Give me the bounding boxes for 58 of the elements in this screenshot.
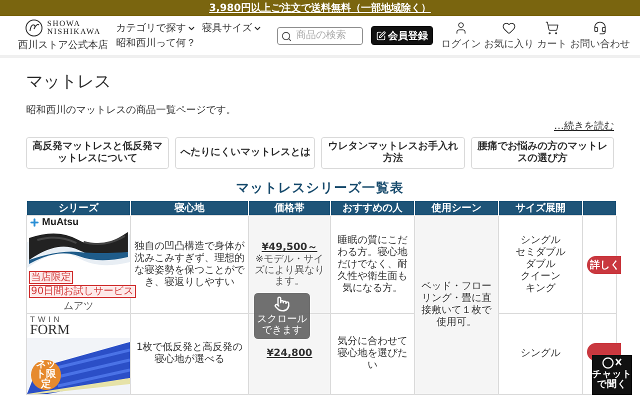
header-icon-link[interactable]: お気に入り [484, 20, 534, 50]
user-icon [454, 20, 468, 34]
column-header: サイズ展開 [498, 201, 582, 216]
register-button[interactable]: 会員登録 [371, 26, 433, 45]
table-cell-text: ベッド・フローリング・畳に直接敷いて１枚で使用可。 [420, 281, 492, 329]
table-cell: 独自の凹凸構造で身体が沈みこみすぎず、理想的な寝姿勢を保つことができ、寝返りしやすい [134, 240, 245, 288]
search-field[interactable]: 商品の検索 [277, 26, 363, 44]
series-logo: FORM [30, 324, 71, 338]
guide-link-button[interactable]: へたりにくいマットレスとは [175, 137, 316, 169]
search-icon [281, 30, 292, 42]
table-cell-text: 気分に合わせて寝心地を選びたい [336, 336, 408, 372]
read-more-link[interactable]: …続きを読む [554, 119, 614, 133]
header-icon-link[interactable]: カート [537, 20, 567, 50]
column-header: シリーズ [26, 201, 130, 216]
page-title: マットレス [26, 71, 112, 93]
size-label: キング [524, 282, 556, 294]
heart-icon [502, 20, 516, 34]
column-header: おすすめの人 [330, 201, 414, 216]
details-button[interactable]: 詳しく [587, 256, 621, 274]
guide-link-button[interactable]: 高反発マットレスと低反発マットレスについて [26, 137, 170, 169]
store-name: 西川ストア公式本店 [18, 38, 108, 52]
chat-icon [601, 357, 623, 370]
size-label: ダブル [524, 258, 556, 270]
series-logo-tagline: TWIN [30, 315, 64, 324]
brand-name: SHOWA NISHIKAWA [47, 20, 101, 36]
edit-icon [376, 30, 386, 40]
nav-link[interactable]: 寝具サイズ [202, 21, 262, 35]
size-label: クイーン [520, 270, 562, 282]
monogram-logo-icon [25, 19, 44, 37]
size-label: セミダブル [514, 246, 566, 258]
column-header: 価格帯 [248, 201, 330, 216]
cart-icon [545, 20, 559, 34]
size-label: シングル [520, 348, 562, 360]
header-icon-link[interactable]: お問い合わせ [570, 20, 630, 50]
series-name: ムアツ [62, 300, 94, 313]
guide-link-button[interactable]: 腰痛でお悩みの方のマットレスの選び方 [470, 137, 614, 169]
promo-badge: 90日間お試しサービス [29, 285, 136, 298]
promo-badge: 当店限定 [29, 271, 73, 284]
cross-icon [29, 217, 40, 228]
headset-icon [593, 20, 607, 34]
nav-link[interactable]: カテゴリで探す [116, 21, 196, 35]
size-label: シングル [520, 234, 562, 246]
nav-link[interactable]: 昭和西川って何？ [116, 36, 196, 50]
price-link[interactable]: ¥49,500～ [252, 242, 327, 254]
chat-button[interactable]: チャットで聞く [592, 355, 632, 395]
series-logo: MuAtsu [42, 217, 79, 228]
guide-link-button[interactable]: ウレタンマットレスお手入れ方法 [321, 137, 465, 169]
price-link[interactable]: ¥24,800 [252, 348, 327, 360]
column-header: 寝心地 [130, 201, 248, 216]
table-cell-text: 1枚で低反発と高反発の寝心地が選べる [135, 342, 244, 366]
pointer-hand-icon [274, 296, 290, 312]
scroll-hint: スクロールできます [254, 293, 310, 339]
column-header: 使用シーン [414, 201, 498, 216]
header-icon-link[interactable]: ログイン [441, 20, 481, 50]
table-cell-text: 睡眠の質にこだわる方。寝心地だけでなく、耐久性や衛生面も気になる方。 [336, 234, 408, 294]
page-description: 昭和西川のマットレスの商品一覧ページです。 [26, 104, 237, 117]
price-note: ※モデル・サイズにより異なります。 [254, 254, 326, 287]
table-title: マットレスシリーズ一覧表 [235, 180, 405, 197]
